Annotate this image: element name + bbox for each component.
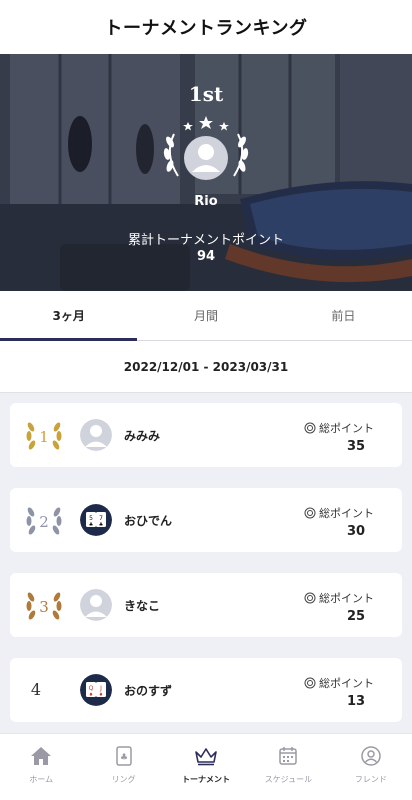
ranking-list: 1 みみみ 総ポイント 35 2 5 7 ♣ ♣ おひでん 総ポイント 30 3… <box>0 393 412 733</box>
coin-icon <box>304 592 316 604</box>
tab-3-months[interactable]: 3ヶ月 <box>0 291 138 341</box>
ranking-row[interactable]: 2 5 7 ♣ ♣ おひでん 総ポイント 30 <box>10 488 402 552</box>
svg-text:♦: ♦ <box>99 692 103 698</box>
default-avatar-icon <box>80 589 112 621</box>
svg-text:Q: Q <box>89 685 94 692</box>
total-points-value: 35 <box>346 439 366 454</box>
qj-cards-avatar-icon: Q J ♦ ♦ <box>80 674 112 706</box>
rank-number: 1 <box>39 428 49 446</box>
player-name: きなこ <box>124 599 161 613</box>
player-name: おのすず <box>124 684 173 698</box>
nav-friend[interactable]: フレンド <box>330 734 412 800</box>
nav-friend-label: フレンド <box>354 775 387 784</box>
svg-text:♣: ♣ <box>89 522 93 528</box>
total-points-value: 25 <box>346 609 366 624</box>
home-icon <box>31 747 52 765</box>
default-avatar-icon <box>80 419 112 451</box>
rank-number: 4 <box>30 680 42 699</box>
svg-text:♣: ♣ <box>120 753 128 763</box>
ring-card-icon: ♣ <box>115 746 132 766</box>
tab-monthly[interactable]: 月間 <box>137 291 274 340</box>
ranking-row[interactable]: 4 Q J ♦ ♦ おのすず 総ポイント 13 <box>10 658 402 722</box>
crown-icon <box>195 748 217 766</box>
nav-ring-label: リング <box>111 775 136 784</box>
coin-icon <box>304 677 316 689</box>
nav-ring[interactable]: ♣ リング <box>82 734 164 800</box>
total-points-label: 総ポイント <box>304 420 374 436</box>
nav-home[interactable]: ホーム <box>0 734 82 800</box>
friend-icon <box>361 746 381 766</box>
cards-avatar-icon: 5 7 ♣ ♣ <box>80 504 112 536</box>
period-tabs: 3ヶ月 月間 前日 <box>0 291 412 341</box>
rank-number: 3 <box>39 598 49 616</box>
hero-points-value: 94 <box>196 249 216 264</box>
svg-text:7: 7 <box>99 515 103 522</box>
nav-schedule-label: スケジュール <box>264 775 313 784</box>
nav-tournament-label: トーナメント <box>182 775 231 784</box>
ranking-row[interactable]: 3 きなこ 総ポイント 25 <box>10 573 402 637</box>
rank-number: 2 <box>39 513 49 531</box>
hero-player-name: Rio <box>194 194 218 209</box>
svg-text:♦: ♦ <box>89 692 93 698</box>
coin-icon <box>304 422 316 434</box>
nav-home-label: ホーム <box>29 775 54 784</box>
period-range: 2022/12/01 - 2023/03/31 <box>0 341 412 393</box>
total-points-label: 総ポイント <box>304 590 374 606</box>
tab-previous-day[interactable]: 前日 <box>275 291 412 340</box>
svg-text:5: 5 <box>89 515 93 522</box>
top-player-hero: 1st Rio 累計トーナメントポイント 94 <box>0 54 412 291</box>
total-points-label: 総ポイント <box>304 505 374 521</box>
player-name: おひでん <box>124 514 173 528</box>
hero-points-label: 累計トーナメントポイント <box>127 233 284 248</box>
gold-laurel-icon: 1 <box>26 422 62 450</box>
total-points-value: 30 <box>346 524 366 539</box>
total-points-value: 13 <box>346 694 366 709</box>
nav-tournament[interactable]: トーナメント <box>165 734 247 800</box>
svg-text:J: J <box>99 685 102 692</box>
bottom-nav: ホーム ♣ リング トーナメント スケジュール フレンド <box>0 733 412 800</box>
bronze-laurel-icon: 3 <box>26 592 62 620</box>
laurel-wreath-icon <box>163 116 249 180</box>
total-points-label: 総ポイント <box>304 675 374 691</box>
app-header: トーナメントランキング <box>0 0 412 54</box>
svg-text:♣: ♣ <box>99 522 103 528</box>
calendar-icon <box>279 747 298 765</box>
silver-laurel-icon: 2 <box>26 507 62 535</box>
coin-icon <box>304 507 316 519</box>
hero-rank-label: 1st <box>188 82 224 106</box>
ranking-row[interactable]: 1 みみみ 総ポイント 35 <box>10 403 402 467</box>
page-title: トーナメントランキング <box>104 18 308 39</box>
player-name: みみみ <box>124 429 161 443</box>
nav-schedule[interactable]: スケジュール <box>247 734 329 800</box>
